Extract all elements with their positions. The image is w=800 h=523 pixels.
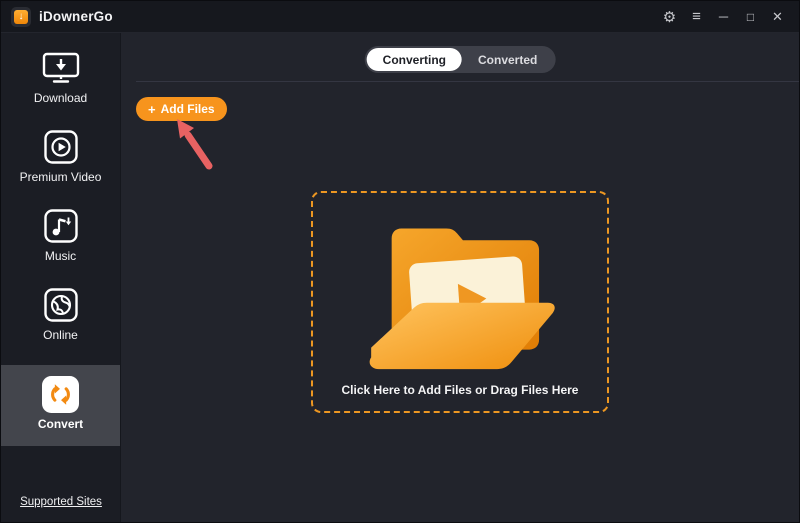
sidebar-footer: Supported Sites	[1, 492, 121, 510]
dropzone-caption: Click Here to Add Files or Drag Files He…	[342, 383, 579, 397]
titlebar-controls: ⚙ ≡ ─ □ ✕	[656, 4, 791, 30]
sidebar-item-online[interactable]: Online	[1, 286, 120, 365]
annotation-arrow-icon	[156, 113, 218, 175]
play-video-icon	[44, 130, 78, 164]
close-button[interactable]: ✕	[764, 4, 791, 30]
download-monitor-icon	[42, 51, 80, 85]
sidebar-item-convert[interactable]: Convert	[1, 365, 120, 446]
convert-refresh-icon	[42, 377, 79, 411]
converter-tab-switch: Converting Converted	[365, 46, 556, 73]
download-arrow-icon: ↓	[14, 10, 28, 24]
maximize-button[interactable]: □	[737, 4, 764, 30]
sidebar-item-label: Premium Video	[20, 170, 102, 184]
sidebar-item-music[interactable]: Music	[1, 207, 120, 286]
sidebar-item-label: Online	[43, 328, 78, 342]
settings-gear-icon[interactable]: ⚙	[656, 4, 683, 30]
menu-icon[interactable]: ≡	[683, 4, 710, 30]
app-window: ↓ iDownerGo ⚙ ≡ ─ □ ✕ Download	[0, 0, 800, 523]
sidebar-item-label: Convert	[38, 417, 83, 431]
toolbar-divider	[136, 81, 799, 82]
sidebar-item-premium-video[interactable]: Premium Video	[1, 128, 120, 207]
tab-converted[interactable]: Converted	[462, 48, 553, 71]
dropzone[interactable]: Click Here to Add Files or Drag Files He…	[311, 191, 609, 413]
sidebar-item-label: Download	[34, 91, 87, 105]
open-folder-video-icon	[357, 209, 563, 373]
minimize-button[interactable]: ─	[710, 4, 737, 30]
supported-sites-link[interactable]: Supported Sites	[20, 496, 102, 508]
music-note-download-icon	[44, 209, 78, 243]
main-content: Converting Converted + Add Files	[121, 33, 799, 522]
sidebar-item-label: Music	[45, 249, 76, 263]
app-title: iDownerGo	[39, 9, 113, 24]
tab-converting[interactable]: Converting	[367, 48, 462, 71]
sidebar: Download Premium Video	[1, 33, 121, 522]
titlebar: ↓ iDownerGo ⚙ ≡ ─ □ ✕	[1, 1, 799, 33]
add-files-button[interactable]: + Add Files	[136, 97, 227, 121]
plus-icon: +	[148, 103, 156, 116]
globe-icon	[44, 288, 78, 322]
add-files-label: Add Files	[161, 102, 215, 116]
sidebar-item-download[interactable]: Download	[1, 49, 120, 128]
app-logo-icon: ↓	[11, 7, 31, 27]
